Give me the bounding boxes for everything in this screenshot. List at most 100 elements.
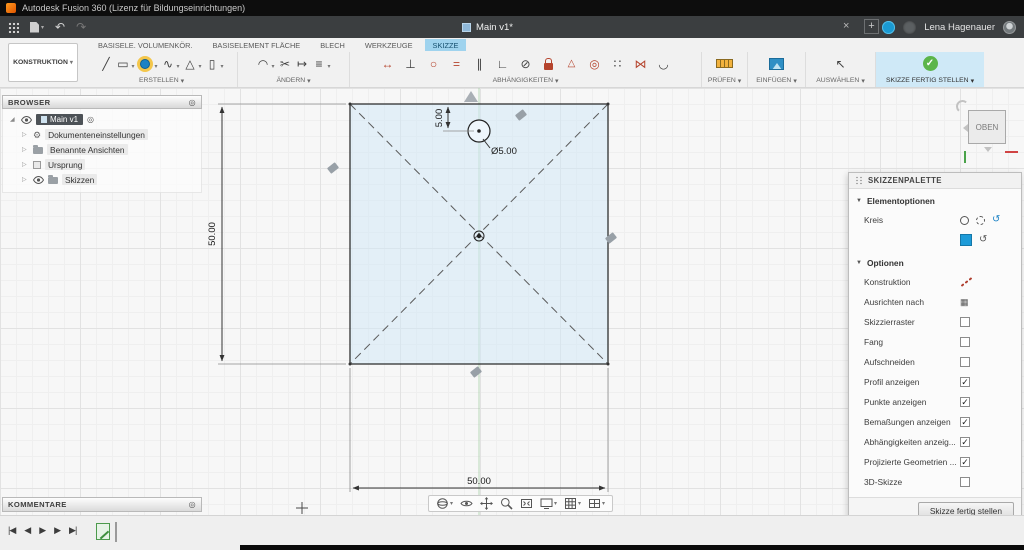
app-grid-menu-icon[interactable]	[8, 21, 19, 33]
dimension-tool[interactable]: ↔	[380, 55, 395, 73]
tree-item-benannte-ansichten[interactable]: ▷ Benannte Ansichten	[3, 142, 201, 157]
abhaengigkeiten-anzeigen-checkbox[interactable]: ✓	[960, 437, 970, 447]
equal-constraint[interactable]: =	[449, 55, 464, 73]
viewport-canvas[interactable]: 50.00 50.00 5.00 Ø5.00 BROWSER ◎ ◢ Main …	[0, 88, 1024, 524]
extend-tool[interactable]: ↦	[295, 55, 310, 73]
profil-anzeigen-checkbox[interactable]: ✓	[960, 377, 970, 387]
dim-diameter[interactable]: Ø5.00	[491, 146, 517, 157]
chevron-down-icon[interactable]: ▾	[578, 500, 581, 507]
3d-skizze-checkbox[interactable]	[960, 477, 970, 487]
zoom-tool[interactable]	[500, 497, 513, 510]
view-cube[interactable]: OBEN	[955, 99, 1018, 163]
file-menu[interactable]: ▾	[30, 21, 44, 33]
look-at-tool[interactable]	[460, 497, 473, 510]
dim-offset[interactable]: 5.00	[434, 109, 445, 128]
rectangle-tool[interactable]: ▭	[115, 55, 130, 73]
symmetry-constraint[interactable]: ⋈	[633, 55, 648, 73]
eye-icon[interactable]	[33, 175, 44, 184]
chevron-down-icon[interactable]: ▾	[131, 63, 134, 70]
job-status-icon[interactable]	[882, 20, 896, 34]
punkte-anzeigen-checkbox[interactable]: ✓	[960, 397, 970, 407]
section-optionen[interactable]: ▼ Optionen	[849, 254, 1021, 272]
collapse-icon[interactable]: ▼	[856, 198, 862, 204]
line-tool[interactable]: ╱	[98, 55, 113, 73]
auswaehlen-menu[interactable]: AUSWÄHLEN ▾	[811, 75, 870, 86]
notifications-icon[interactable]	[903, 20, 917, 34]
pan-tool[interactable]	[480, 497, 494, 510]
reset-icon[interactable]: ↺	[979, 235, 987, 245]
konstruktion-dropdown[interactable]: KONSTRUKTION ▾	[8, 43, 78, 82]
tab-blech[interactable]: BLECH	[312, 39, 353, 51]
chevron-down-icon[interactable]: ▾	[199, 63, 202, 70]
chevron-down-icon[interactable]: ▾	[328, 63, 331, 70]
viewports[interactable]: ▾	[588, 497, 605, 510]
comments-icon[interactable]: ◎	[189, 500, 196, 509]
slot-tool[interactable]: ▯	[205, 55, 220, 73]
tree-item-ursprung[interactable]: ▷ Ursprung	[3, 157, 201, 172]
color-swatch[interactable]	[960, 234, 972, 246]
expander-closed-icon[interactable]: ▷	[22, 176, 29, 183]
spline-tool[interactable]: ∿	[160, 55, 175, 73]
tab-skizze[interactable]: SKIZZE	[424, 39, 467, 51]
grid-and-snaps[interactable]: ▾	[564, 497, 581, 510]
lock-constraint[interactable]	[541, 55, 556, 73]
collapse-icon[interactable]: ▼	[856, 260, 862, 266]
fang-checkbox[interactable]	[960, 337, 970, 347]
bemassungen-anzeigen-checkbox[interactable]: ✓	[960, 417, 970, 427]
viewcube-arrow-left-icon[interactable]	[959, 124, 968, 132]
tree-item-dokumenteneinstellungen[interactable]: ▷ ⚙ Dokumenteneinstellungen	[3, 127, 201, 142]
skip-start-button[interactable]: |◀	[8, 525, 16, 536]
look-at-icon[interactable]: ▦	[960, 297, 969, 308]
avatar[interactable]	[1003, 20, 1016, 34]
eye-icon[interactable]	[21, 115, 32, 124]
circle-center-mode-icon[interactable]	[960, 215, 969, 225]
timeline-scrubber[interactable]	[115, 522, 117, 542]
chevron-down-icon[interactable]: ▾	[221, 63, 224, 70]
chevron-down-icon[interactable]: ▾	[450, 500, 453, 507]
browser-header[interactable]: BROWSER ◎	[2, 95, 202, 109]
tab-basiselement-flaeche[interactable]: BASISELEMENT FLÄCHE	[204, 39, 308, 51]
expander-closed-icon[interactable]: ▷	[22, 131, 29, 138]
skip-end-button[interactable]: ▶|	[69, 525, 77, 536]
root-document-chip[interactable]: Main v1	[36, 113, 84, 126]
parallel-constraint[interactable]: ∥	[472, 55, 487, 73]
einfuegen-menu[interactable]: EINFÜGEN ▾	[753, 75, 800, 86]
browser-settings-icon[interactable]: ◎	[189, 98, 196, 107]
orbit-tool[interactable]: ▾	[436, 497, 453, 510]
tangent-constraint[interactable]: ⊘	[518, 55, 533, 73]
tree-item-skizzen[interactable]: ▷ Skizzen	[3, 172, 201, 187]
polygon-tool[interactable]: △	[183, 55, 198, 73]
select-tool[interactable]: ↖	[833, 55, 848, 73]
tab-werkzeuge[interactable]: WERKZEUGE	[357, 39, 421, 51]
midpoint-constraint[interactable]: △	[564, 55, 579, 73]
tree-root-main-v1[interactable]: ◢ Main v1 ◎	[3, 112, 201, 127]
fillet-tool[interactable]: ◠	[255, 55, 270, 73]
circle-2point-mode-icon[interactable]	[976, 215, 985, 225]
abhaengigkeiten-menu[interactable]: ABHÄNGIGKEITEN ▾	[355, 75, 696, 86]
expander-open-icon[interactable]: ◢	[10, 116, 17, 123]
constraint-triangle-badge[interactable]	[464, 91, 478, 102]
aendern-menu[interactable]: ÄNDERN ▾	[243, 75, 344, 86]
circle-3point-mode-icon[interactable]: ↺	[992, 215, 1000, 225]
projizierte-geometrien-checkbox[interactable]: ✓	[960, 457, 970, 467]
timeline-sketch-feature[interactable]	[96, 523, 110, 540]
perpendicular-constraint[interactable]: ∟	[495, 55, 510, 73]
chevron-down-icon[interactable]: ▾	[271, 63, 274, 70]
step-back-button[interactable]: ◀	[24, 525, 31, 536]
circle-tool[interactable]	[137, 55, 154, 73]
circle-center-point[interactable]	[477, 129, 481, 133]
measure-tool[interactable]	[716, 55, 733, 73]
expander-closed-icon[interactable]: ▷	[22, 161, 29, 168]
visibility-box-icon[interactable]	[33, 160, 41, 169]
chevron-down-icon[interactable]: ▾	[554, 500, 557, 507]
aufschneiden-checkbox[interactable]	[960, 357, 970, 367]
construction-line-icon[interactable]	[960, 277, 973, 287]
horizontal-vertical-constraint[interactable]: ⊥	[403, 55, 418, 73]
expander-closed-icon[interactable]: ▷	[22, 146, 29, 153]
section-elementoptionen[interactable]: ▼ Elementoptionen	[849, 192, 1021, 210]
finish-sketch-menu[interactable]: SKIZZE FERTIG STELLEN ▾	[886, 75, 974, 86]
activate-component-icon[interactable]: ◎	[87, 115, 94, 124]
display-settings[interactable]: ▾	[540, 497, 557, 510]
skizzierraster-checkbox[interactable]	[960, 317, 970, 327]
fit-tool[interactable]	[520, 497, 533, 510]
